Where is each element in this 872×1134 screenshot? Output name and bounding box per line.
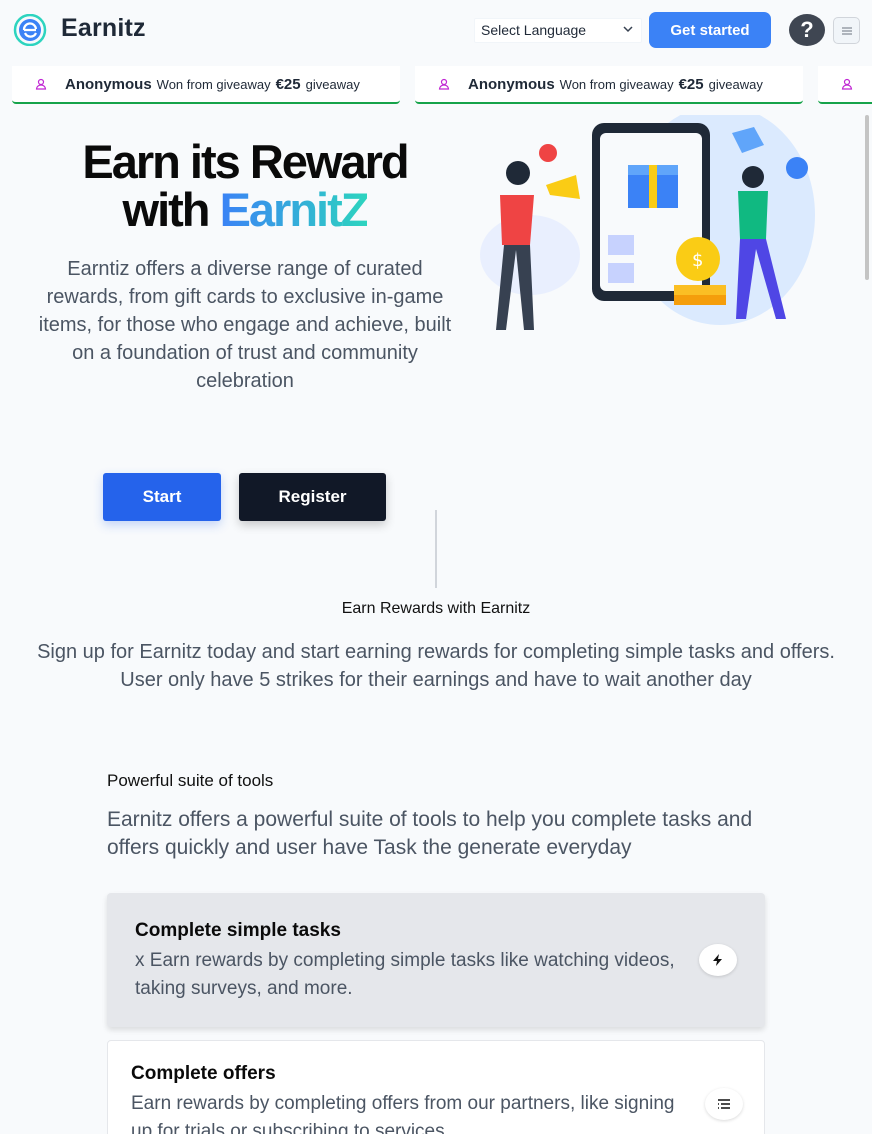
hero-illustration: $ <box>480 115 815 330</box>
earn-section-description: Sign up for Earnitz today and start earn… <box>37 641 835 691</box>
user-icon <box>841 78 853 90</box>
svg-text:$: $ <box>692 250 703 271</box>
feature-card-title: Complete simple tasks <box>135 920 341 941</box>
feature-card-offers[interactable]: Complete offers Earn rewards by completi… <box>107 1040 765 1134</box>
hero-title-brand: EarnitZ <box>219 183 370 236</box>
ticker-amount: €25 <box>275 75 301 93</box>
user-icon <box>35 78 47 90</box>
tools-section-description: Earnitz offers a powerful suite of tools… <box>107 808 753 859</box>
earn-section-kicker: Earn Rewards with Earnitz <box>341 600 531 617</box>
ticker-user: Anonymous <box>65 75 152 93</box>
ticker-suffix: giveaway <box>305 76 360 92</box>
ticker-suffix: giveaway <box>708 76 763 92</box>
feature-card-simple-tasks[interactable]: Complete simple tasks x Earn rewards by … <box>107 893 765 1027</box>
hero-title: Earn its Reward with EarnitZ <box>30 138 460 234</box>
hero-title-line2: with EarnitZ <box>30 186 460 234</box>
menu-button[interactable] <box>833 17 860 44</box>
hamburger-icon <box>841 27 852 34</box>
lightning-icon <box>699 944 737 976</box>
hero-title-line1: Earn its Reward <box>82 135 409 188</box>
user-icon <box>438 78 450 90</box>
ticker-item-partial <box>818 66 872 104</box>
get-started-button[interactable]: Get started <box>649 12 771 48</box>
logo-text[interactable]: Earnitz <box>61 14 146 43</box>
register-button[interactable]: Register <box>239 473 386 521</box>
ticker-text: Won from giveaway <box>156 76 271 92</box>
section-divider <box>435 510 437 588</box>
ticker-amount: €25 <box>678 75 704 93</box>
list-icon <box>705 1088 743 1120</box>
start-button[interactable]: Start <box>103 473 221 521</box>
top-header: Earnitz Select Language Get started ? <box>0 0 872 60</box>
giveaway-ticker: Anonymous Won from giveaway €25 giveaway… <box>0 66 872 106</box>
tools-section-kicker: Powerful suite of tools <box>107 771 274 790</box>
chevron-down-icon <box>623 26 633 33</box>
feature-card-title: Complete offers <box>131 1063 276 1084</box>
ticker-text: Won from giveaway <box>559 76 674 92</box>
help-button[interactable]: ? <box>789 14 825 46</box>
hero-description: Earntiz offers a diverse range of curate… <box>38 258 452 392</box>
feature-card-text: Earn rewards by completing offers from o… <box>131 1093 675 1134</box>
language-select-label: Select Language <box>481 22 587 38</box>
earnitz-logo-icon[interactable] <box>12 14 48 46</box>
scrollbar[interactable] <box>865 115 869 280</box>
ticker-item: Anonymous Won from giveaway €25 giveaway <box>415 66 803 104</box>
ticker-item: Anonymous Won from giveaway €25 giveaway <box>12 66 400 104</box>
hero-title-with: with <box>122 183 211 236</box>
feature-card-text: x Earn rewards by completing simple task… <box>135 950 675 999</box>
language-select[interactable]: Select Language <box>474 18 642 43</box>
ticker-user: Anonymous <box>468 75 555 93</box>
